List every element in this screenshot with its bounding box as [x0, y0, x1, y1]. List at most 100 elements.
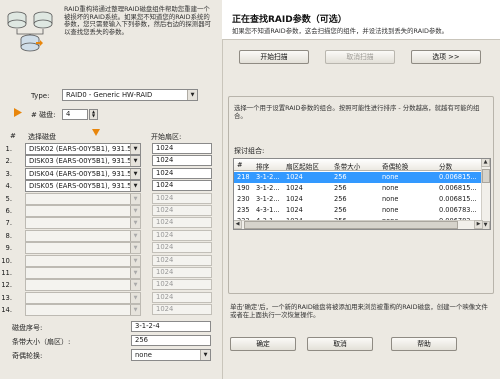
cancel-button[interactable]: 取消 — [307, 337, 373, 351]
col-start-header: 开始扇区: — [151, 133, 182, 141]
disk-select-value: DISK02 (EARS-00Y5B1), 931.51G — [29, 145, 141, 153]
start-sector-input[interactable]: 1024 — [152, 193, 212, 204]
disk-select-value: DISK04 (EARS-00Y5B1), 931.51G — [29, 170, 141, 178]
table-cell: 256 — [334, 184, 347, 192]
disk-select[interactable]: DISK05 (EARS-00Y5B1), 931.51G ▼ — [25, 180, 141, 192]
disk-select[interactable]: ▼ — [25, 279, 141, 291]
ok-button[interactable]: 确定 — [230, 337, 296, 351]
options-button[interactable]: 选项 >> — [411, 50, 481, 64]
scroll-thumb[interactable] — [482, 169, 490, 183]
th-num[interactable]: # — [237, 161, 243, 169]
start-sector-input[interactable]: 1024 — [152, 143, 212, 154]
scroll-left-icon[interactable]: ◀ — [234, 220, 242, 229]
table-cell: 218 — [237, 173, 250, 181]
stripe-size-input[interactable]: 256 — [131, 335, 211, 346]
table-cell: none — [382, 173, 399, 181]
disk-select[interactable]: ▼ — [25, 242, 141, 254]
start-scan-button[interactable]: 开始扫描 — [239, 50, 309, 64]
disk-select[interactable]: ▼ — [25, 205, 141, 217]
disk-count-input[interactable]: 4 — [62, 109, 88, 120]
disk-row-number: 8. — [5, 232, 13, 240]
disk-select-value: DISK05 (EARS-00Y5B1), 931.51G — [29, 182, 141, 190]
start-sector-input[interactable]: 1024 — [152, 267, 212, 278]
disk-select[interactable]: DISK04 (EARS-00Y5B1), 931.51G ▼ — [25, 168, 141, 180]
combinations-table: # 排序 扇区起始区 条带大小 奇偶轮换 分数 218 3-1-2... 1024 2… — [233, 158, 491, 230]
table-row[interactable]: 235 4-3-1... 1024 256 none 0.006783... — [234, 205, 482, 216]
start-sector-input[interactable]: 1024 — [152, 292, 212, 303]
chevron-down-icon: ▼ — [130, 293, 140, 303]
order-input[interactable]: 3-1-2-4 — [131, 321, 211, 332]
disk-select[interactable]: DISK03 (EARS-00Y5B1), 931.51G ▼ — [25, 155, 141, 167]
combos-label: 探讨组合: — [234, 147, 265, 155]
stepper-down-icon[interactable]: ▼ — [90, 114, 97, 118]
start-sector-input[interactable]: 1024 — [152, 255, 212, 266]
disk-row-number: 7. — [5, 219, 13, 227]
chevron-down-icon: ▼ — [130, 144, 140, 154]
chevron-down-icon: ▼ — [130, 194, 140, 204]
disk-select[interactable]: ▼ — [25, 304, 141, 316]
table-cell: 230 — [237, 195, 250, 203]
disk-row-number: 4. — [5, 182, 13, 190]
parity-select[interactable]: none ▼ — [131, 349, 211, 361]
disk-select[interactable]: ▼ — [25, 193, 141, 205]
col-disk-header: 选择磁盘 — [28, 133, 56, 141]
disk-select[interactable]: ▼ — [25, 217, 141, 229]
th-order[interactable]: 排序 — [256, 161, 269, 171]
start-sector-input[interactable]: 1024 — [152, 279, 212, 290]
table-cell: 256 — [334, 173, 347, 181]
chevron-down-icon: ▼ — [130, 156, 140, 166]
disk-select[interactable]: ▼ — [25, 230, 141, 242]
raid-type-select[interactable]: RAID0 - Generic HW-RAID ▼ — [62, 89, 198, 101]
table-row[interactable]: 230 3-1-2... 1024 256 none 0.006815... — [234, 194, 482, 205]
table-row[interactable]: 218 3-1-2... 1024 256 none 0.006815... — [234, 172, 482, 183]
disk-row-number: 13. — [1, 294, 12, 302]
stripe-label: 条带大小（扇区）: — [12, 338, 71, 346]
table-cell: 1024 — [286, 206, 303, 214]
start-sector-input[interactable]: 1024 — [152, 230, 212, 241]
table-cell: 235 — [237, 206, 250, 214]
scroll-up-icon[interactable]: ▲ — [481, 159, 490, 167]
th-parity[interactable]: 奇偶轮换 — [382, 161, 408, 171]
start-sector-input[interactable]: 1024 — [152, 242, 212, 253]
start-sector-input[interactable]: 1024 — [152, 217, 212, 228]
th-start[interactable]: 扇区起始区 — [286, 161, 319, 171]
start-sector-input[interactable]: 1024 — [152, 155, 212, 166]
disk-select[interactable]: ▼ — [25, 255, 141, 267]
chevron-down-icon: ▼ — [130, 169, 140, 179]
table-vertical-scrollbar[interactable]: ▲ ▼ — [481, 159, 490, 229]
chevron-down-icon: ▼ — [187, 90, 197, 100]
chevron-down-icon: ▼ — [130, 231, 140, 241]
disk-select-value: DISK03 (EARS-00Y5B1), 931.51G — [29, 157, 141, 165]
start-sector-input[interactable]: 1024 — [152, 168, 212, 179]
th-stripe[interactable]: 条带大小 — [334, 161, 360, 171]
help-button[interactable]: 帮助 — [391, 337, 457, 351]
chevron-down-icon: ▼ — [130, 256, 140, 266]
disk-count-label: # 磁盘: — [31, 111, 56, 119]
th-score[interactable]: 分数 — [439, 161, 452, 171]
disk-row-number: 6. — [5, 207, 13, 215]
table-horizontal-scrollbar[interactable]: ◀ ▶ — [234, 220, 483, 229]
start-sector-input[interactable]: 1024 — [152, 180, 212, 191]
right-hint: 如果您不知道RAID参数，这会扫描您的组件，并设法找到丢失的RAID参数。 — [232, 27, 449, 35]
table-row[interactable]: 190 3-1-2... 1024 256 none 0.006815... — [234, 183, 482, 194]
disk-row-number: 3. — [5, 170, 13, 178]
table-cell: 3-1-2... — [256, 173, 280, 181]
chevron-down-icon: ▼ — [130, 280, 140, 290]
scroll-right-icon[interactable]: ▶ — [474, 220, 483, 229]
scroll-thumb[interactable] — [244, 221, 458, 229]
disk-select[interactable]: ▼ — [25, 292, 141, 304]
start-sector-input[interactable]: 1024 — [152, 304, 212, 315]
table-cell: 3-1-2... — [256, 184, 280, 192]
table-cell: 0.006815... — [439, 195, 477, 203]
cancel-scan-button[interactable]: 取消扫描 — [325, 50, 395, 64]
disk-select[interactable]: ▼ — [25, 267, 141, 279]
disk-count-stepper[interactable]: ▲ ▼ — [89, 109, 98, 120]
start-sector-input[interactable]: 1024 — [152, 205, 212, 216]
raid-type-value: RAID0 - Generic HW-RAID — [66, 91, 153, 99]
order-label: 磁盘序号: — [12, 324, 43, 332]
chevron-down-icon: ▼ — [130, 218, 140, 228]
disk-select[interactable]: DISK02 (EARS-00Y5B1), 931.51G ▼ — [25, 143, 141, 155]
table-header: # 排序 扇区起始区 条带大小 奇偶轮换 分数 — [234, 159, 482, 171]
table-cell: 4-3-1... — [256, 206, 280, 214]
table-cell: 1024 — [286, 195, 303, 203]
